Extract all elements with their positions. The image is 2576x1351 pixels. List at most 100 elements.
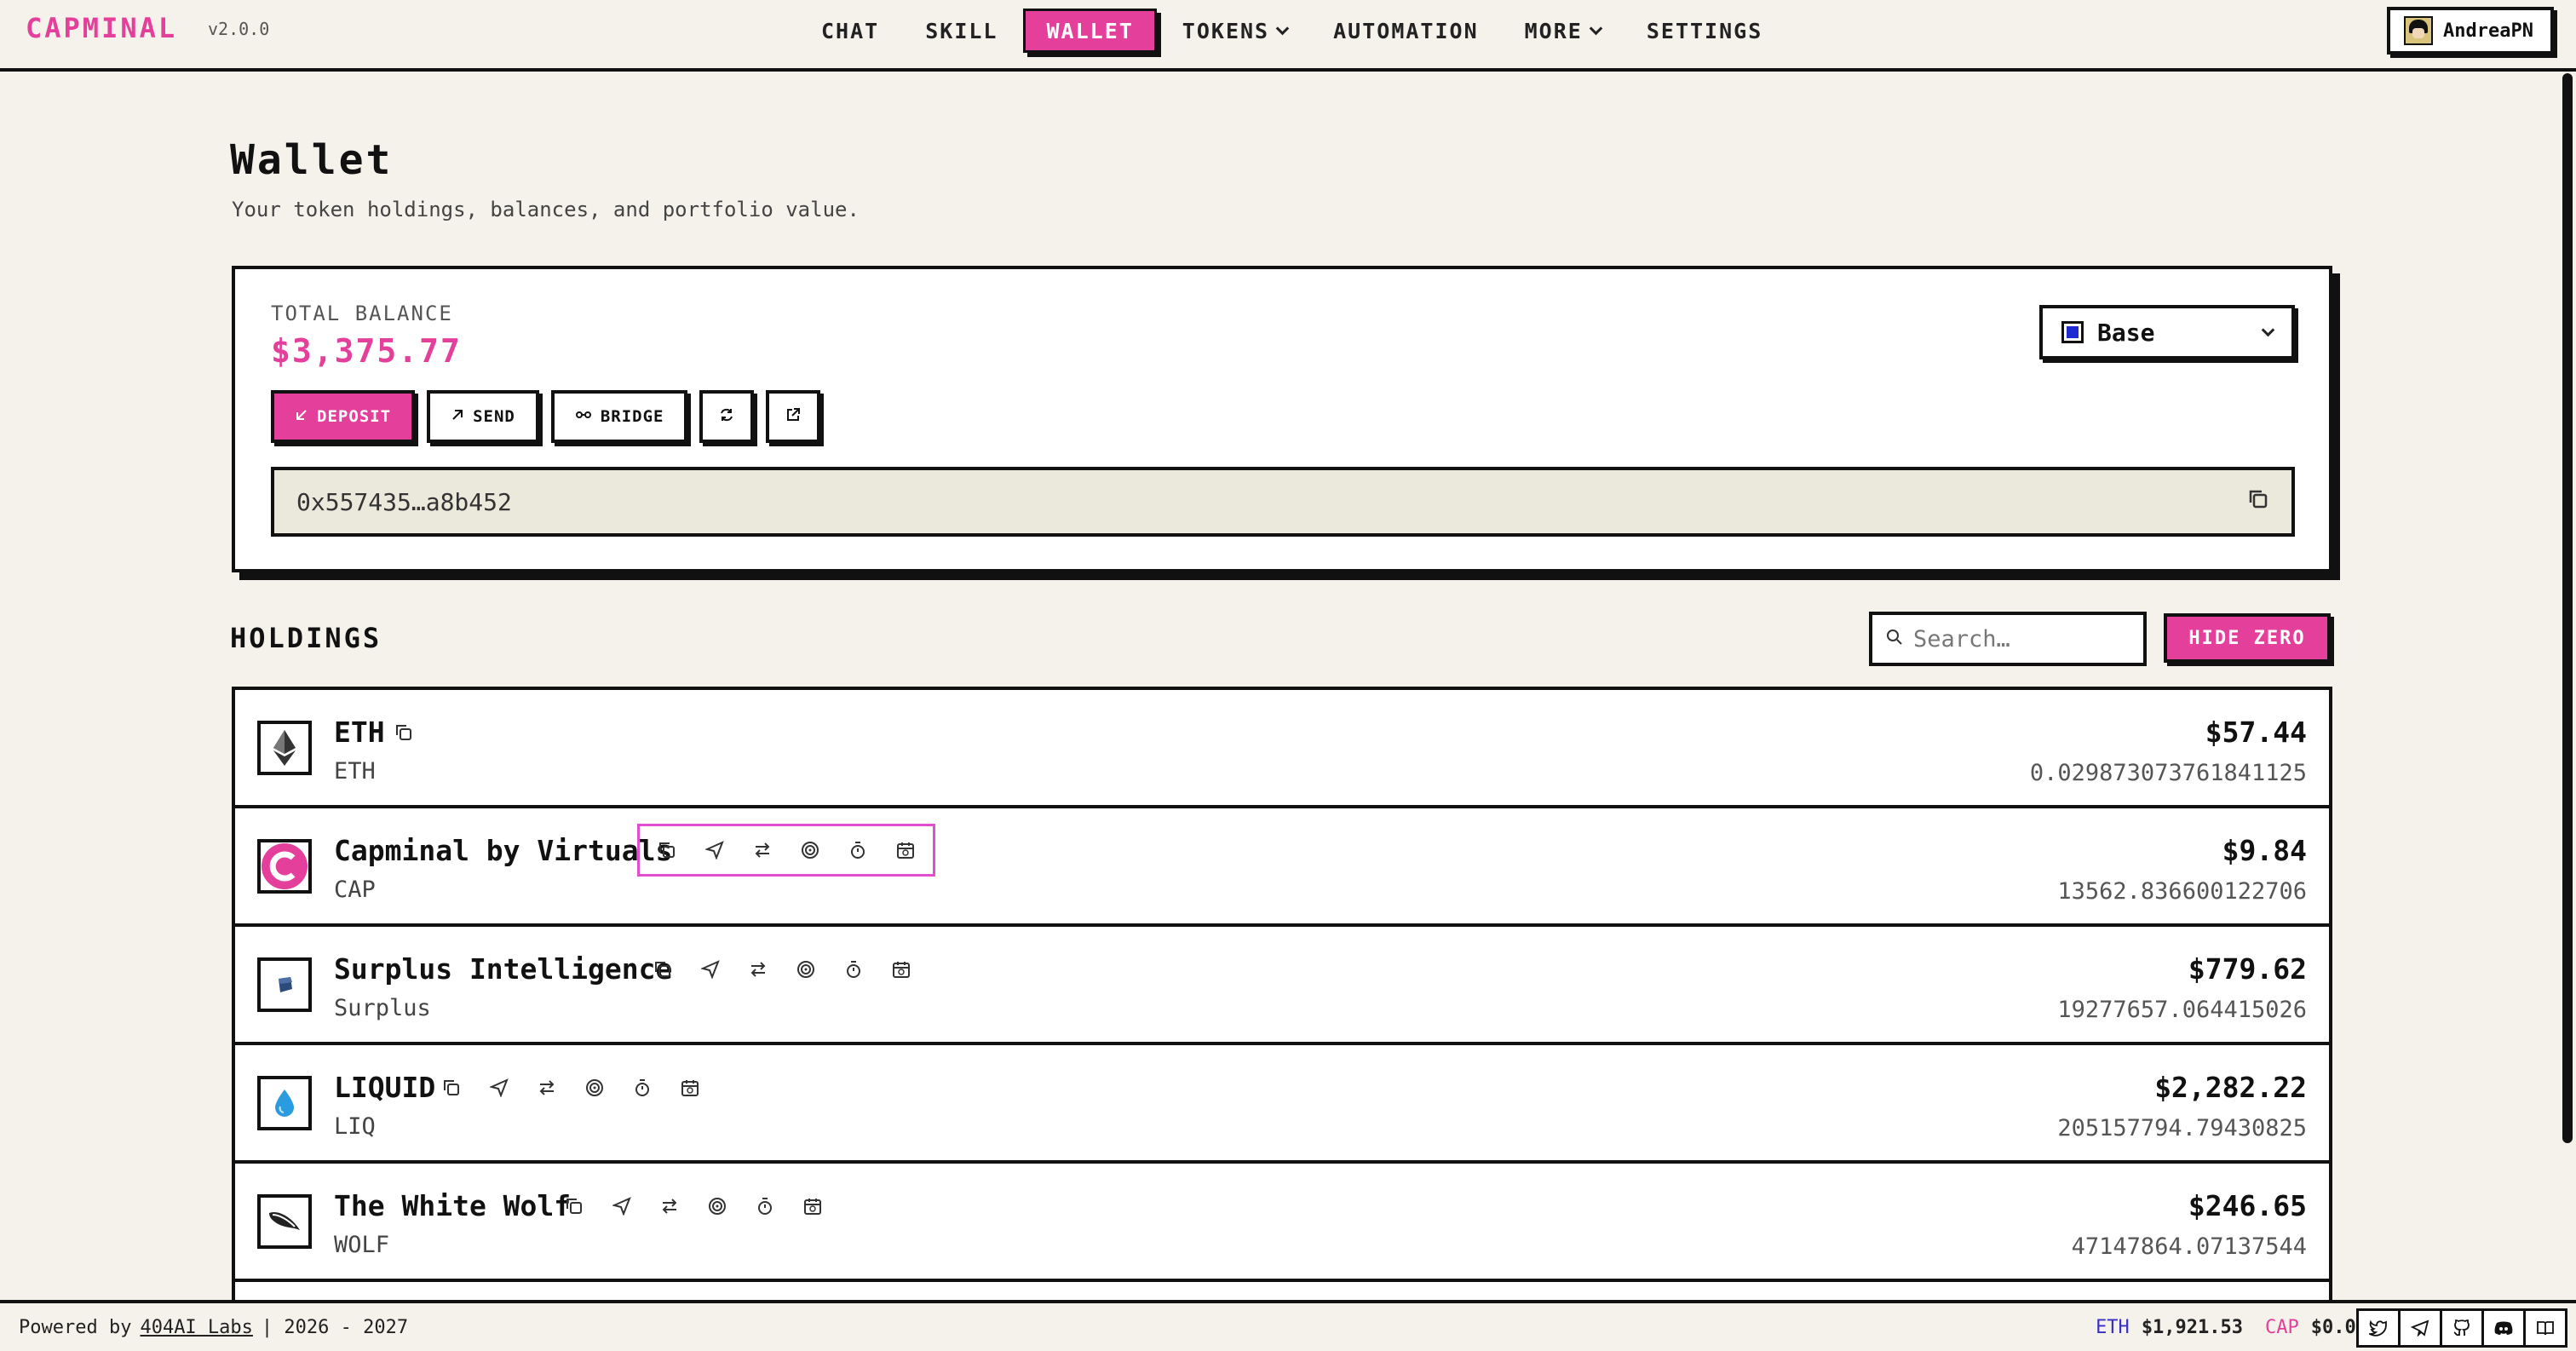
network-select[interactable]: Base [2039, 305, 2295, 359]
swap-icon[interactable] [743, 954, 773, 985]
calendar-clock-icon[interactable] [675, 1072, 705, 1103]
holdings-search[interactable] [1869, 612, 2147, 666]
deposit-button[interactable]: DEPOSIT [271, 390, 416, 443]
timer-icon[interactable] [838, 954, 869, 985]
token-amount: 13562.836600122706 [2057, 878, 2307, 905]
footer: Powered by 404AI Labs | 2026 - 2027 ETH … [0, 1300, 2576, 1351]
timer-icon[interactable] [842, 835, 873, 865]
swap-icon[interactable] [747, 835, 778, 865]
chevron-down-icon [2261, 323, 2275, 336]
copy-icon[interactable] [2247, 488, 2269, 516]
send-button[interactable]: SEND [427, 390, 539, 443]
copy-icon[interactable] [436, 1072, 467, 1103]
company-link[interactable]: 404AI Labs [140, 1317, 252, 1338]
telegram-icon[interactable] [2398, 1308, 2442, 1348]
nav-tokens[interactable]: TOKENS [1162, 9, 1308, 53]
token-amount: 19277657.064415026 [2057, 997, 2307, 1023]
target-icon[interactable] [795, 835, 825, 865]
nav-wallet[interactable]: WALLET [1023, 9, 1157, 53]
surplus-logo-icon [257, 957, 312, 1012]
nav-settings[interactable]: SETTINGS [1626, 9, 1783, 53]
page-scrollbar[interactable] [2562, 73, 2573, 1143]
calendar-clock-icon[interactable] [890, 835, 921, 865]
base-network-icon [2061, 321, 2084, 343]
target-icon[interactable] [791, 954, 821, 985]
token-amount: 47147864.07137544 [2071, 1233, 2307, 1260]
token-name: Surplus Intelligence [334, 952, 673, 986]
nav-label: SKILL [925, 18, 998, 43]
search-input[interactable] [1912, 624, 2125, 653]
holding-row-surplus[interactable]: Surplus Intelligence Surplus $779.62 192… [235, 927, 2329, 1045]
copy-icon[interactable] [652, 835, 682, 865]
nav-label: MORE [1524, 18, 1583, 43]
bridge-label: BRIDGE [600, 407, 664, 426]
hide-zero-button[interactable]: HIDE ZERO [2164, 613, 2331, 663]
holding-row-cap[interactable]: Capminal by Virtuals CAP $9.84 13562.836… [235, 808, 2329, 927]
wallet-address-field[interactable]: 0x557435…a8b452 [271, 467, 2295, 537]
calendar-clock-icon[interactable] [797, 1191, 828, 1222]
target-icon[interactable] [702, 1191, 733, 1222]
total-balance-value: $3,375.77 [271, 332, 462, 370]
copy-icon[interactable] [559, 1191, 589, 1222]
total-balance-label: TOTAL BALANCE [271, 302, 453, 325]
token-usd-value: $246.65 [2188, 1189, 2307, 1222]
send-icon[interactable] [607, 1191, 637, 1222]
twitter-icon[interactable] [2356, 1308, 2401, 1348]
user-menu-button[interactable]: AndreaPN [2387, 7, 2554, 55]
chevron-down-icon [1275, 21, 1290, 35]
wallet-address: 0x557435…a8b452 [296, 487, 512, 516]
main-nav: CHAT SKILL WALLET TOKENS AUTOMATION MORE… [801, 9, 1783, 53]
top-nav: CAPMINAL v2.0.0 CHAT SKILL WALLET TOKENS… [0, 0, 2576, 72]
holding-row-eth[interactable]: ETH ETH $57.44 0.029873073761841125 [235, 690, 2329, 808]
liquid-drop-icon [257, 1076, 312, 1130]
calendar-clock-icon[interactable] [886, 954, 917, 985]
send-label: SEND [473, 407, 515, 426]
wallet-actions: DEPOSIT SEND BRIDGE [271, 390, 821, 443]
balance-card: TOTAL BALANCE $3,375.77 Base DEPOSIT SEN… [232, 266, 2332, 572]
nav-chat[interactable]: CHAT [801, 9, 900, 53]
send-icon[interactable] [695, 954, 726, 985]
nav-label: WALLET [1046, 18, 1134, 43]
powered-by-label: Powered by [19, 1316, 132, 1338]
swap-icon[interactable] [654, 1191, 685, 1222]
token-usd-value: $9.84 [2222, 834, 2307, 867]
network-label: Base [2097, 318, 2155, 347]
capminal-logo-icon [257, 839, 312, 894]
bridge-button[interactable]: BRIDGE [550, 390, 688, 443]
refresh-icon [719, 407, 734, 427]
refresh-button[interactable] [699, 390, 755, 443]
token-name: The White Wolf [334, 1189, 572, 1222]
copy-icon[interactable] [388, 717, 419, 748]
avatar [2404, 16, 2433, 45]
docs-book-icon[interactable] [2523, 1308, 2567, 1348]
copyright-years: | 2026 - 2027 [261, 1316, 409, 1338]
discord-icon[interactable] [2481, 1308, 2526, 1348]
token-usd-value: $57.44 [2205, 716, 2307, 749]
token-name: Capminal by Virtuals [334, 834, 673, 867]
target-icon[interactable] [579, 1072, 610, 1103]
holding-row-wolf[interactable]: The White Wolf WOLF $246.65 47147864.071… [235, 1164, 2329, 1282]
holding-row-liquid[interactable]: LIQUID LIQ $2,282.22 205157794.79430825 [235, 1045, 2329, 1164]
nav-more[interactable]: MORE [1504, 9, 1621, 53]
app-version: v2.0.0 [208, 19, 270, 39]
holdings-list: ETH ETH $57.44 0.029873073761841125 Capm… [232, 687, 2332, 1300]
send-icon[interactable] [484, 1072, 515, 1103]
page-subtitle: Your token holdings, balances, and portf… [232, 198, 860, 221]
search-icon [1886, 629, 1903, 649]
page-title: Wallet [230, 136, 394, 184]
timer-icon[interactable] [627, 1072, 658, 1103]
swap-icon[interactable] [532, 1072, 562, 1103]
nav-automation[interactable]: AUTOMATION [1313, 9, 1499, 53]
eth-ticker-label: ETH [2096, 1316, 2130, 1338]
send-icon[interactable] [699, 835, 730, 865]
token-usd-value: $2,282.22 [2154, 1071, 2307, 1104]
cap-ticker-label: CAP [2265, 1316, 2299, 1338]
eth-price: $1,921.53 [2141, 1316, 2244, 1338]
timer-icon[interactable] [750, 1191, 780, 1222]
external-link-button[interactable] [766, 390, 821, 443]
nav-skill[interactable]: SKILL [905, 9, 1018, 53]
github-icon[interactable] [2440, 1308, 2484, 1348]
brand-logo[interactable]: CAPMINAL [26, 12, 177, 44]
copy-icon[interactable] [647, 954, 678, 985]
token-actions [424, 1071, 717, 1105]
